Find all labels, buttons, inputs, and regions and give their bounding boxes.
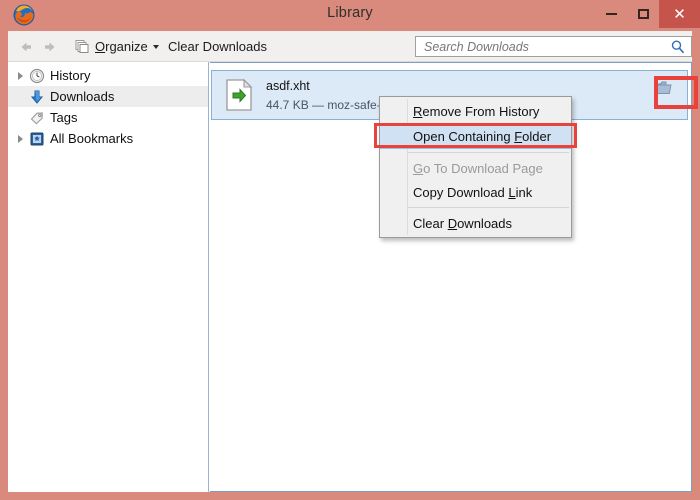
content-area: History Downloads Tags All Bookmarks asd…: [8, 62, 698, 492]
maximize-icon: [637, 9, 649, 19]
menu-item-remove-from-history[interactable]: Remove From History: [380, 99, 571, 123]
sidebar-item-label: History: [50, 68, 91, 83]
download-filename: asdf.xht: [266, 78, 310, 93]
menu-item-label: Clear Downloads: [413, 215, 513, 231]
menu-separator: [408, 207, 569, 208]
window-title: Library: [327, 5, 373, 21]
forward-button[interactable]: [41, 38, 59, 56]
document-download-icon: [224, 78, 254, 112]
sidebar-item-tags[interactable]: Tags: [8, 107, 208, 128]
twisty-placeholder: [14, 91, 26, 103]
organize-stack-icon: [75, 39, 90, 54]
menu-item-go-to-download-page: Go To Download Page: [380, 156, 571, 180]
sidebar-item-label: Tags: [50, 110, 78, 125]
expand-twisty-icon[interactable]: [14, 133, 26, 145]
clear-downloads-button[interactable]: Clear Downloads: [163, 35, 272, 58]
menu-item-label: Go To Download Page: [413, 160, 543, 176]
download-text-column: asdf.xht 44.7 KB — moz-safe-ab: [266, 79, 394, 112]
menu-item-clear-downloads[interactable]: Clear Downloads: [380, 211, 571, 235]
organize-label: Organize: [95, 39, 148, 54]
bookmarks-book-icon: [29, 131, 45, 147]
sidebar-item-downloads[interactable]: Downloads: [8, 86, 208, 107]
minimize-icon: [605, 13, 617, 15]
menu-item-open-containing-folder[interactable]: Open Containing Folder: [380, 123, 571, 149]
expand-twisty-icon[interactable]: [14, 70, 26, 82]
close-button[interactable]: ✕: [659, 0, 700, 28]
sidebar: History Downloads Tags All Bookmarks: [8, 62, 209, 492]
library-window: Library ✕ Organize Clear Downloads Searc…: [0, 0, 700, 500]
sidebar-item-label: Downloads: [50, 89, 115, 104]
menu-item-label: Remove From History: [413, 103, 540, 119]
sidebar-item-history[interactable]: History: [8, 65, 208, 86]
search-box[interactable]: [415, 36, 692, 57]
download-context-menu: Remove From History Open Containing Fold…: [379, 96, 572, 238]
back-button[interactable]: [17, 38, 35, 56]
menu-item-label: Copy Download Link: [413, 184, 533, 200]
sidebar-item-all-bookmarks[interactable]: All Bookmarks: [8, 128, 208, 149]
clock-icon: [29, 68, 45, 84]
tag-icon: [29, 110, 45, 126]
toolbar: Organize Clear Downloads: [8, 31, 692, 62]
minimize-button[interactable]: [596, 0, 626, 28]
download-arrow-icon: [29, 89, 45, 105]
sidebar-item-label: All Bookmarks: [50, 131, 134, 146]
twisty-placeholder: [14, 112, 26, 124]
menu-item-label: Open Containing Folder: [413, 128, 552, 144]
maximize-button[interactable]: [628, 0, 658, 28]
organize-menu-button[interactable]: Organize: [70, 35, 164, 58]
search-input[interactable]: [422, 36, 670, 57]
menu-item-copy-download-link[interactable]: Copy Download Link: [380, 180, 571, 204]
close-icon: ✕: [673, 5, 686, 23]
title-bar: Library ✕: [0, 0, 700, 31]
menu-separator: [408, 152, 569, 153]
download-detail: 44.7 KB — moz-safe-ab: [266, 97, 395, 112]
chevron-down-icon: [152, 44, 159, 49]
folder-button[interactable]: [647, 79, 679, 97]
search-icon[interactable]: [670, 39, 686, 55]
